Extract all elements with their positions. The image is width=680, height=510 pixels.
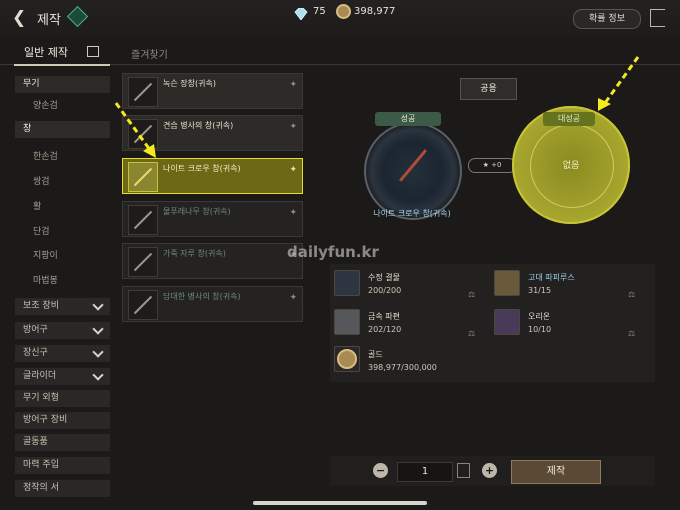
annotation-arrows — [114, 56, 640, 158]
annotation-arrow-right — [603, 56, 640, 104]
arrowhead-left — [143, 144, 156, 158]
annotation-arrow-left — [114, 102, 152, 151]
arrowhead-right — [598, 98, 611, 111]
